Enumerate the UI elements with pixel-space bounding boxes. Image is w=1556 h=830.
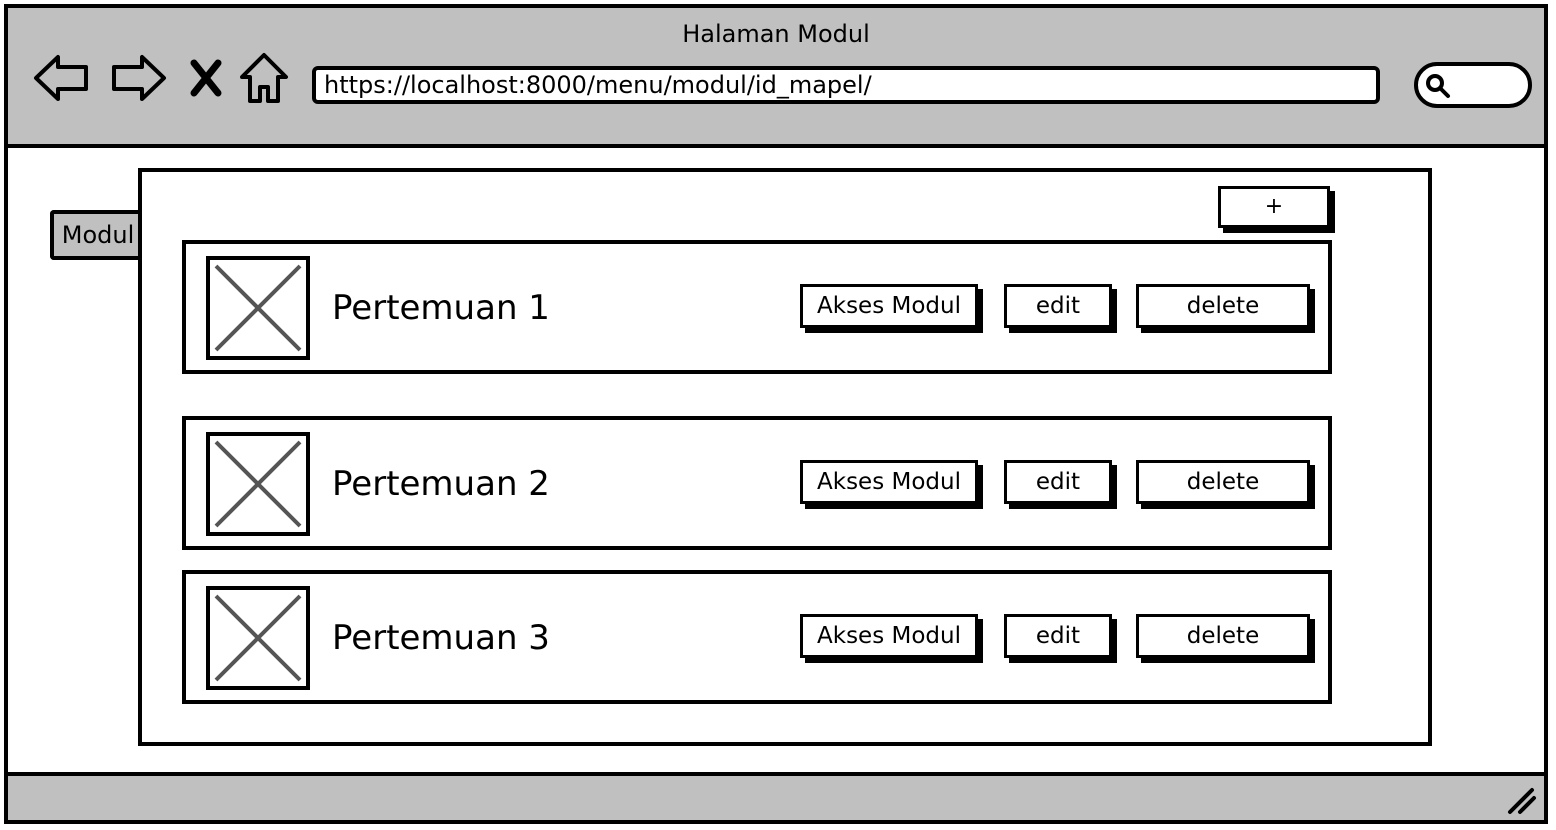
akses-modul-button[interactable]: Akses Modul xyxy=(800,284,978,328)
window-title: Halaman Modul xyxy=(682,20,870,48)
stop-button[interactable] xyxy=(184,50,228,106)
image-placeholder xyxy=(206,586,310,690)
home-button[interactable] xyxy=(236,50,292,106)
delete-button[interactable]: delete xyxy=(1136,614,1310,658)
edit-button[interactable]: edit xyxy=(1004,614,1112,658)
image-placeholder xyxy=(206,432,310,536)
forward-button[interactable] xyxy=(106,50,170,106)
modul-card: Pertemuan 1 Akses Modul edit delete xyxy=(182,240,1332,374)
modul-panel: + Pertemuan 1 Akses Modul edit delete Pe… xyxy=(138,168,1432,746)
back-arrow-icon xyxy=(34,55,88,101)
delete-button[interactable]: delete xyxy=(1136,284,1310,328)
image-placeholder-icon xyxy=(214,440,302,528)
resize-grip-icon[interactable] xyxy=(1504,782,1538,816)
back-button[interactable] xyxy=(30,50,94,106)
image-placeholder-icon xyxy=(214,594,302,682)
edit-button[interactable]: edit xyxy=(1004,460,1112,504)
home-icon xyxy=(240,53,288,103)
akses-modul-button[interactable]: Akses Modul xyxy=(800,460,978,504)
url-input[interactable]: https://localhost:8000/menu/modul/id_map… xyxy=(312,66,1380,104)
forward-arrow-icon xyxy=(112,55,166,101)
edit-button[interactable]: edit xyxy=(1004,284,1112,328)
modul-title: Pertemuan 3 xyxy=(332,618,550,658)
modul-title: Pertemuan 2 xyxy=(332,464,550,504)
modul-card: Pertemuan 2 Akses Modul edit delete xyxy=(182,416,1332,550)
delete-button[interactable]: delete xyxy=(1136,460,1310,504)
browser-window: Halaman Modul https://localhost:8000/men… xyxy=(4,4,1548,824)
search-input[interactable] xyxy=(1414,62,1532,108)
modul-card: Pertemuan 3 Akses Modul edit delete xyxy=(182,570,1332,704)
tab-modul[interactable]: Modul xyxy=(50,210,142,260)
modul-title: Pertemuan 1 xyxy=(332,288,550,328)
browser-titlebar: Halaman Modul https://localhost:8000/men… xyxy=(8,8,1544,148)
status-bar xyxy=(8,772,1544,820)
search-icon xyxy=(1426,74,1450,98)
image-placeholder xyxy=(206,256,310,360)
image-placeholder-icon xyxy=(214,264,302,352)
add-modul-button[interactable]: + xyxy=(1218,186,1330,228)
close-x-icon xyxy=(190,59,222,97)
akses-modul-button[interactable]: Akses Modul xyxy=(800,614,978,658)
